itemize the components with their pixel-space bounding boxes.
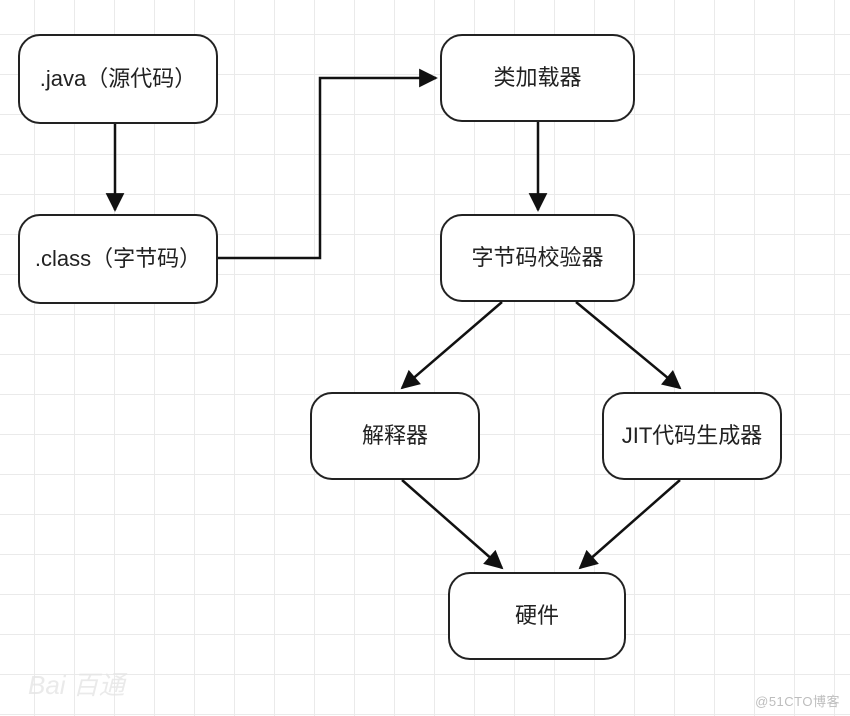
node-source: .java（源代码） (18, 34, 218, 124)
node-hardware-label: 硬件 (515, 601, 559, 631)
node-jit: JIT代码生成器 (602, 392, 782, 480)
node-source-label: .java（源代码） (40, 64, 196, 94)
node-classloader: 类加载器 (440, 34, 635, 122)
watermark-left: Bai 百通 (28, 665, 125, 702)
node-interpreter-label: 解释器 (362, 421, 428, 451)
node-class: .class（字节码） (18, 214, 218, 304)
node-verifier-label: 字节码校验器 (471, 243, 603, 273)
node-jit-label: JIT代码生成器 (622, 421, 763, 451)
watermark-right: @51CTO博客 (755, 691, 840, 710)
watermark-left-text: Bai 百通 (28, 670, 125, 700)
node-verifier: 字节码校验器 (440, 214, 635, 302)
watermark-right-text: @51CTO博客 (755, 694, 840, 709)
node-class-label: .class（字节码） (35, 244, 201, 274)
node-hardware: 硬件 (448, 572, 626, 660)
node-interpreter: 解释器 (310, 392, 480, 480)
node-classloader-label: 类加载器 (493, 63, 581, 93)
